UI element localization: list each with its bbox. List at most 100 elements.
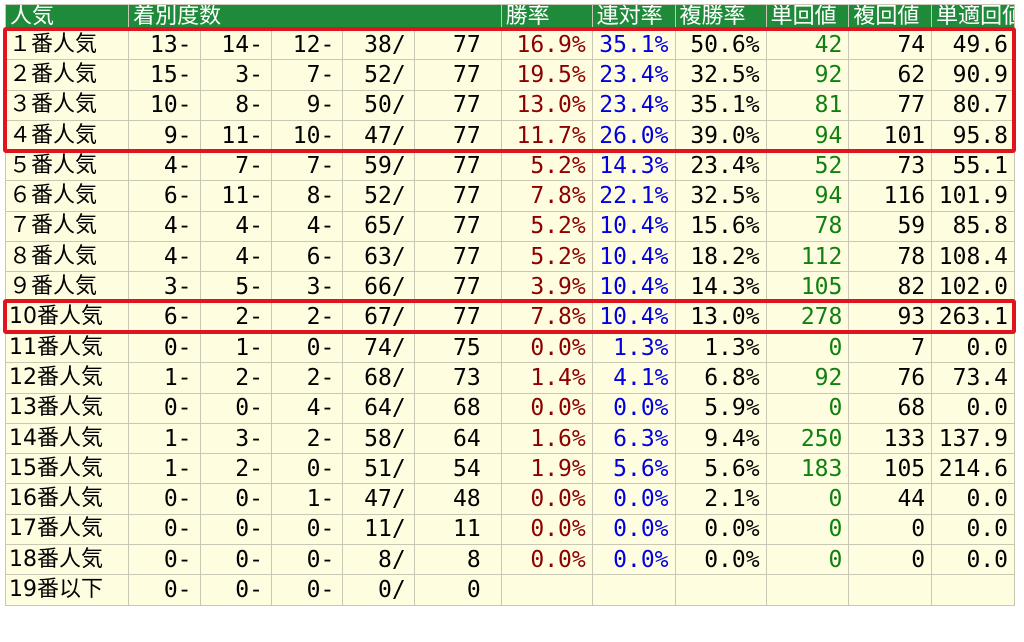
show-return-cell: 93 <box>848 301 933 333</box>
second-place-count: 2- <box>199 362 272 394</box>
quinella-rate-cell: 0.0% <box>591 513 676 546</box>
win-return-cell: 183 <box>765 453 850 485</box>
win-rate-cell: 0.0% <box>500 483 593 515</box>
popularity-cell: ６番人気 <box>4 180 130 212</box>
table-row: ６番人気 6- 11- 8- 52/77 7.8% 22.1% 32.5% 94 116 101.9 <box>4 180 1015 212</box>
show-return-cell: 82 <box>848 271 933 303</box>
win-rate-cell: 5.2% <box>500 241 593 273</box>
third-place-count: 3- <box>270 271 344 303</box>
adjusted-return-cell: 0.0 <box>931 392 1015 424</box>
out-of-place-count: 52/ <box>342 59 415 91</box>
second-place-count: 5- <box>199 271 272 303</box>
win-return-cell: 0 <box>765 331 850 364</box>
second-place-count: 0- <box>199 574 272 606</box>
second-place-count: 8- <box>199 89 272 121</box>
quinella-rate-cell: 10.4% <box>591 301 676 333</box>
table-row: 19番以下 0- 0- 0- 0/0 <box>4 574 1015 606</box>
third-place-count: 4- <box>270 210 344 243</box>
table-row: 10番人気 6- 2- 2- 67/77 7.8% 10.4% 13.0% 278 93 263.1 <box>4 301 1015 333</box>
total-runs: 77 <box>413 271 502 303</box>
show-rate-cell: 14.3% <box>674 271 767 303</box>
win-rate-cell: 16.9% <box>500 28 593 61</box>
adjusted-return-cell: 90.9 <box>931 59 1015 91</box>
header-show-rate: 複勝率 <box>674 4 767 30</box>
adjusted-return-cell: 101.9 <box>931 180 1015 212</box>
total-runs: 77 <box>413 28 502 61</box>
win-return-cell: 112 <box>765 241 850 273</box>
win-rate-cell: 5.2% <box>500 150 593 182</box>
header-adjusted-return: 単適回値 <box>931 4 1015 30</box>
total-runs: 64 <box>413 422 502 455</box>
out-of-place-count: 65/ <box>342 210 415 243</box>
total-runs: 77 <box>413 210 502 243</box>
table-row: 12番人気 1- 2- 2- 68/73 1.4% 4.1% 6.8% 92 76 73.4 <box>4 362 1015 394</box>
show-rate-cell: 18.2% <box>674 241 767 273</box>
table-row: 14番人気 1- 3- 2- 58/64 1.6% 6.3% 9.4% 250 133 137.9 <box>4 422 1015 455</box>
out-of-place-count: 38/ <box>342 28 415 61</box>
quinella-rate-cell: 26.0% <box>591 119 676 152</box>
quinella-rate-cell <box>591 574 676 606</box>
show-return-cell: 44 <box>848 483 933 515</box>
header-popularity: 人気 <box>4 4 130 30</box>
show-return-cell: 77 <box>848 89 933 121</box>
win-return-cell: 94 <box>765 119 850 152</box>
second-place-count: 4- <box>199 241 272 273</box>
show-return-cell: 76 <box>848 362 933 394</box>
table-body: １番人気 13- 14- 12- 38/77 16.9% 35.1% 50.6% 42 74 49.… <box>4 28 1015 606</box>
win-return-cell: 42 <box>765 28 850 61</box>
third-place-count: 2- <box>270 422 344 455</box>
total-runs: 77 <box>413 59 502 91</box>
win-rate-cell: 13.0% <box>500 89 593 121</box>
second-place-count: 3- <box>199 422 272 455</box>
win-rate-cell: 19.5% <box>500 59 593 91</box>
out-of-place-count: 11/ <box>342 513 415 546</box>
second-place-count: 14- <box>199 28 272 61</box>
first-place-count: 0- <box>128 544 201 576</box>
show-return-cell <box>848 574 933 606</box>
show-rate-cell: 6.8% <box>674 362 767 394</box>
header-finish-counts: 着別度数 <box>128 4 502 30</box>
adjusted-return-cell: 102.0 <box>931 271 1015 303</box>
out-of-place-count: 58/ <box>342 422 415 455</box>
adjusted-return-cell: 0.0 <box>931 544 1015 576</box>
show-return-cell: 105 <box>848 453 933 485</box>
third-place-count: 2- <box>270 362 344 394</box>
table-row: 13番人気 0- 0- 4- 64/68 0.0% 0.0% 5.9% 0 68 0.0 <box>4 392 1015 424</box>
first-place-count: 4- <box>128 210 201 243</box>
out-of-place-count: 67/ <box>342 301 415 333</box>
popularity-cell: １番人気 <box>4 28 130 61</box>
show-rate-cell: 15.6% <box>674 210 767 243</box>
popularity-cell: 13番人気 <box>4 392 130 424</box>
quinella-rate-cell: 23.4% <box>591 89 676 121</box>
second-place-count: 2- <box>199 453 272 485</box>
out-of-place-count: 52/ <box>342 180 415 212</box>
quinella-rate-cell: 35.1% <box>591 28 676 61</box>
popularity-cell: 16番人気 <box>4 483 130 515</box>
third-place-count: 0- <box>270 453 344 485</box>
third-place-count: 4- <box>270 392 344 424</box>
third-place-count: 9- <box>270 89 344 121</box>
win-rate-cell: 1.9% <box>500 453 593 485</box>
first-place-count: 6- <box>128 301 201 333</box>
header-win-rate: 勝率 <box>500 4 593 30</box>
popularity-cell: ７番人気 <box>4 210 130 243</box>
quinella-rate-cell: 0.0% <box>591 483 676 515</box>
win-return-cell: 0 <box>765 392 850 424</box>
show-rate-cell: 0.0% <box>674 513 767 546</box>
second-place-count: 11- <box>199 180 272 212</box>
win-return-cell: 0 <box>765 544 850 576</box>
quinella-rate-cell: 22.1% <box>591 180 676 212</box>
show-rate-cell: 5.6% <box>674 453 767 485</box>
out-of-place-count: 74/ <box>342 331 415 364</box>
table-row: ５番人気 4- 7- 7- 59/77 5.2% 14.3% 23.4% 52 73 55.1 <box>4 150 1015 182</box>
popularity-cell: 12番人気 <box>4 362 130 394</box>
second-place-count: 7- <box>199 150 272 182</box>
win-return-cell: 0 <box>765 483 850 515</box>
third-place-count: 8- <box>270 180 344 212</box>
second-place-count: 0- <box>199 392 272 424</box>
adjusted-return-cell: 214.6 <box>931 453 1015 485</box>
popularity-cell: 19番以下 <box>4 574 130 606</box>
table-row: ７番人気 4- 4- 4- 65/77 5.2% 10.4% 15.6% 78 59 85.8 <box>4 210 1015 243</box>
adjusted-return-cell: 49.6 <box>931 28 1015 61</box>
first-place-count: 6- <box>128 180 201 212</box>
